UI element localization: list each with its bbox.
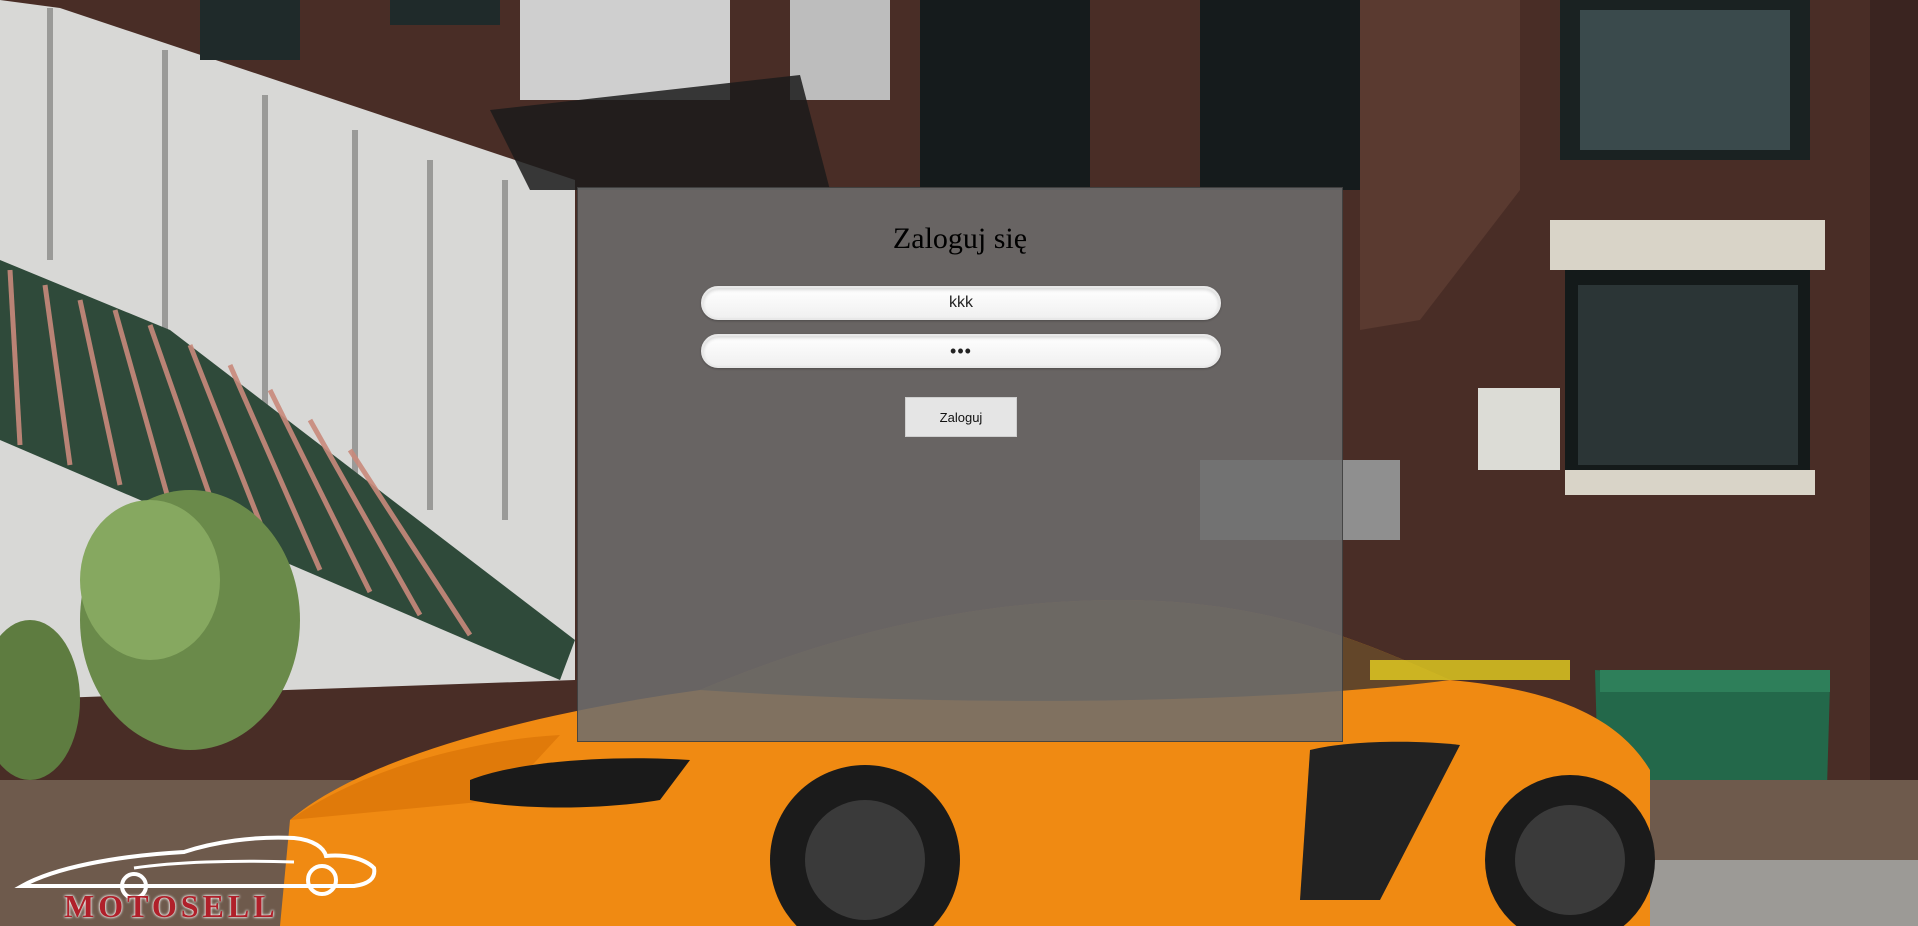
logo-text: MOTOSELL [64,888,279,924]
password-input[interactable] [701,334,1221,368]
site-logo[interactable]: MOTOSELL [14,828,414,926]
login-input[interactable] [701,286,1221,320]
login-panel: Zaloguj się Zaloguj [577,187,1343,742]
login-title: Zaloguj się [892,222,1028,255]
login-button[interactable]: Zaloguj [905,397,1017,437]
